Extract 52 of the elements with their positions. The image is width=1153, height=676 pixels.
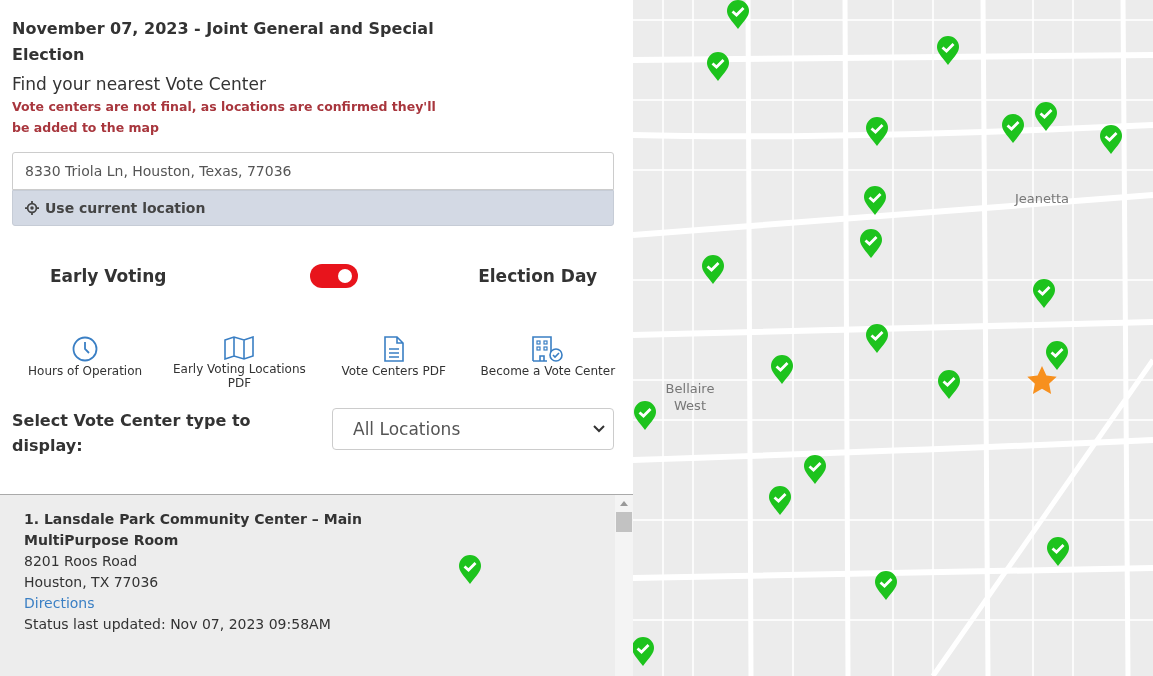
location-name: 1. Lansdale Park Community Center – Main MultiPurpose Room — [24, 510, 363, 550]
check-pin-icon[interactable] — [1045, 341, 1069, 371]
check-pin-icon[interactable] — [859, 229, 883, 259]
check-pin-icon[interactable] — [1046, 537, 1070, 567]
check-pin-icon[interactable] — [803, 455, 827, 485]
check-pin-icon[interactable] — [770, 355, 794, 385]
building-check-icon — [531, 336, 564, 362]
election-title: November 07, 2023 - Joint General and Special Election — [12, 18, 435, 66]
check-pin-icon[interactable] — [937, 370, 961, 400]
early-voting-label: Early Voting — [50, 266, 167, 286]
check-pin-icon[interactable] — [1099, 125, 1123, 155]
check-pin-icon[interactable] — [1001, 114, 1025, 144]
resource-link[interactable]: Vote Centers PDF — [316, 336, 471, 390]
crosshair-icon — [25, 201, 39, 215]
place-label: Bellaire West — [664, 380, 716, 414]
check-pin-icon[interactable] — [874, 571, 898, 601]
check-pin-icon[interactable] — [633, 637, 655, 667]
location-type-dropdown[interactable]: All Locations — [332, 408, 614, 450]
resource-link[interactable]: Hours of Operation — [8, 336, 163, 390]
directions-link[interactable]: Directions — [24, 595, 95, 611]
election-day-label: Election Day — [478, 266, 597, 286]
check-pin-icon — [458, 555, 482, 585]
filter-label: Select Vote Center type to display: — [12, 410, 252, 457]
address-line: Houston, TX 77036 — [24, 573, 160, 592]
check-pin-icon[interactable] — [726, 0, 750, 30]
check-pin-icon[interactable] — [1032, 279, 1056, 309]
resource-link[interactable]: Early Voting Locations PDF — [162, 336, 317, 390]
subtitle: Find your nearest Vote Center — [12, 74, 267, 94]
mode-toggle[interactable] — [310, 264, 359, 288]
resource-link[interactable]: Become a Vote Center — [470, 336, 625, 390]
notice-text: Vote centers are not final, as locations are confirmed they'll be added to the map — [12, 98, 437, 137]
status-text: Status last updated: Nov 07, 2023 09:58AM — [24, 615, 332, 634]
scrollbar[interactable] — [615, 495, 633, 676]
check-pin-icon[interactable] — [768, 486, 792, 516]
check-pin-icon[interactable] — [633, 401, 657, 431]
check-pin-icon[interactable] — [863, 186, 887, 216]
use-location-button[interactable]: Use current location — [12, 190, 614, 226]
check-pin-icon[interactable] — [865, 324, 889, 354]
check-pin-icon[interactable] — [936, 36, 960, 66]
check-pin-icon[interactable] — [701, 255, 725, 285]
check-pin-icon[interactable] — [1034, 102, 1058, 132]
star-icon — [1026, 365, 1058, 395]
street-map[interactable]: Jeanetta Bellaire West — [633, 0, 1153, 676]
chevron-down-icon — [593, 425, 605, 433]
place-label: Jeanetta — [1013, 190, 1071, 207]
address-line: 8201 Roos Road — [24, 552, 139, 571]
clock-icon — [72, 336, 99, 362]
address-field[interactable]: 8330 Triola Ln, Houston, Texas, 77036 — [12, 152, 614, 190]
check-pin-icon[interactable] — [865, 117, 889, 147]
check-pin-icon[interactable] — [706, 52, 730, 82]
map-icon — [224, 336, 255, 360]
document-icon — [383, 336, 404, 362]
